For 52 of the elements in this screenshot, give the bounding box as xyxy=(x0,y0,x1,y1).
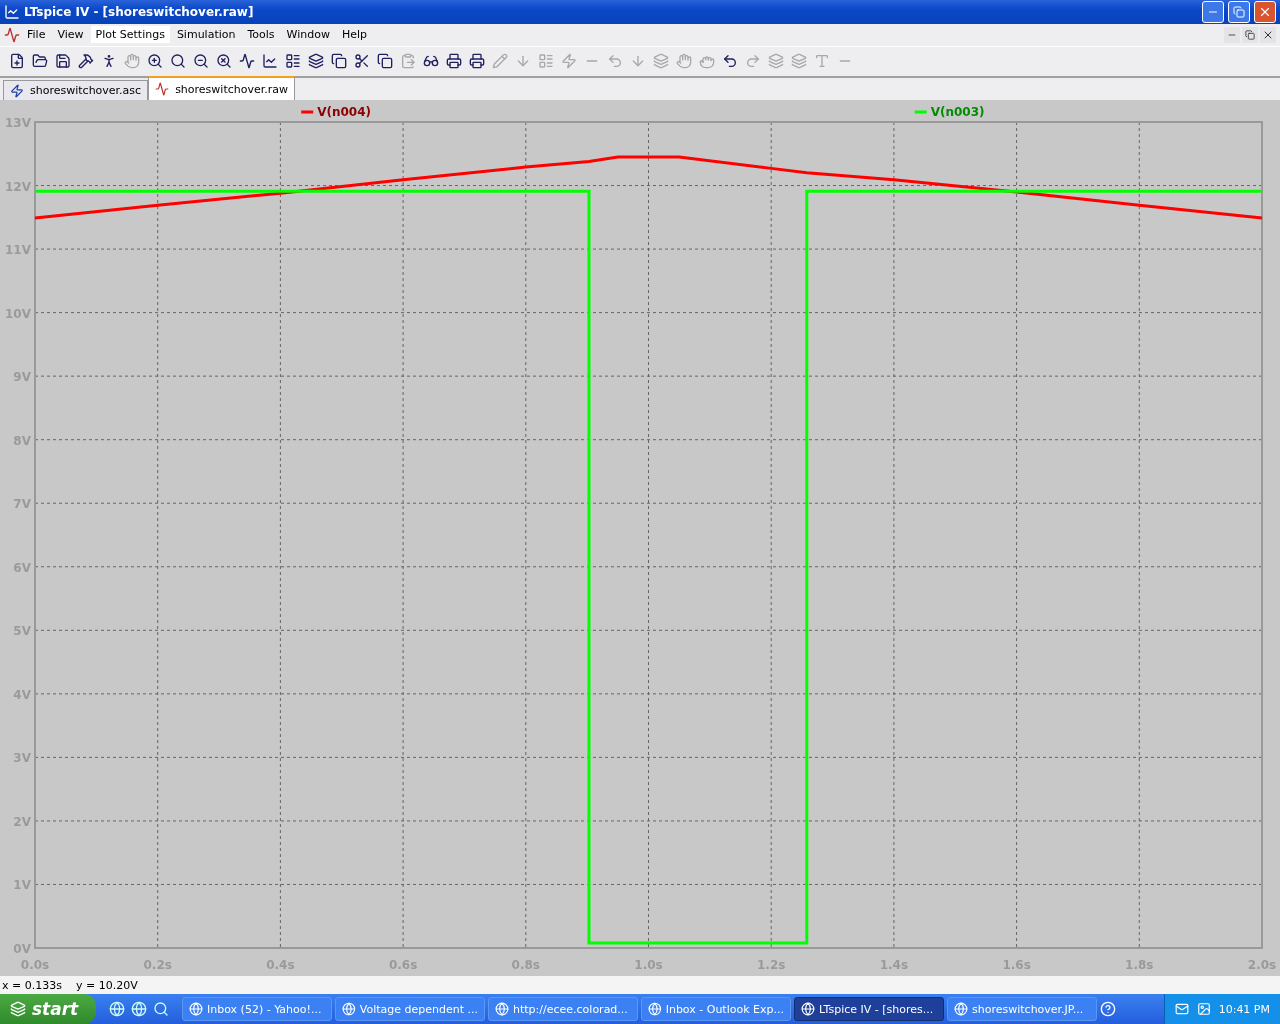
start-button[interactable]: start xyxy=(0,994,96,1024)
restore-icon xyxy=(1233,5,1245,18)
taskbar-button[interactable]: Inbox - Outlook Exp... xyxy=(641,997,791,1021)
taskbar-button[interactable]: shoreswitchover.JP... xyxy=(947,997,1097,1021)
print-icon[interactable] xyxy=(468,52,486,71)
new-file-icon[interactable] xyxy=(8,52,26,71)
window-title: LTspice IV - [shoreswitchover.raw] xyxy=(24,4,255,19)
menu-item[interactable]: Help xyxy=(336,26,373,44)
taskbar-button[interactable]: LTspice IV - [shores... xyxy=(794,997,944,1021)
legend-swatch xyxy=(914,110,927,114)
y-readout: y = 10.20V xyxy=(75,978,138,992)
hammer-icon[interactable] xyxy=(77,52,95,71)
globe-icon[interactable] xyxy=(109,1001,125,1017)
close-button[interactable] xyxy=(1254,0,1276,23)
app-icon xyxy=(648,1002,662,1016)
app-icon xyxy=(495,1002,509,1016)
menu-item[interactable]: Plot Settings xyxy=(90,26,170,44)
document-icon xyxy=(4,26,20,43)
restore-icon xyxy=(1245,29,1255,40)
copy-icon[interactable] xyxy=(376,52,394,71)
document-tab[interactable]: shoreswitchover.raw xyxy=(148,76,295,101)
taskbar-button[interactable]: Voltage dependent ... xyxy=(335,997,485,1021)
mail-icon[interactable] xyxy=(1174,1002,1189,1016)
app-icon xyxy=(801,1002,815,1016)
taskbar-button[interactable]: Inbox (52) - Yahoo!... xyxy=(182,997,332,1021)
menu-item[interactable]: View xyxy=(52,26,89,44)
menu-item[interactable]: Window xyxy=(281,26,335,44)
clock: 10:41 PM xyxy=(1218,1002,1270,1016)
document-tab[interactable]: shoreswitchover.asc xyxy=(3,80,149,101)
menu-item[interactable]: File xyxy=(22,26,51,44)
taskbar-button[interactable]: http://ecee.colorad... xyxy=(488,997,638,1021)
menu-item[interactable]: Simulation xyxy=(171,26,241,44)
chart-icon[interactable] xyxy=(261,52,279,71)
app-icon xyxy=(4,3,20,20)
restore-button[interactable] xyxy=(1242,26,1258,43)
menu-item[interactable]: Tools xyxy=(242,26,280,44)
legend-swatch xyxy=(301,110,314,114)
cut-icon[interactable] xyxy=(353,52,371,71)
app-icon xyxy=(189,1002,203,1016)
app-icon xyxy=(954,1002,968,1016)
restore-button[interactable] xyxy=(1228,0,1250,23)
app-icon xyxy=(342,1002,356,1016)
waveform-icon xyxy=(155,82,170,97)
waveform-icon[interactable] xyxy=(238,52,256,71)
save-icon[interactable] xyxy=(54,52,72,71)
x-readout: x = 0.133s xyxy=(2,978,62,992)
print-preview-icon[interactable] xyxy=(445,52,463,71)
close-button[interactable] xyxy=(1260,26,1276,43)
help-icon[interactable] xyxy=(1100,1001,1116,1017)
trace-label[interactable]: V(n004) xyxy=(317,105,372,120)
globe-icon[interactable] xyxy=(131,1001,147,1017)
minimize-button[interactable] xyxy=(1202,0,1224,23)
